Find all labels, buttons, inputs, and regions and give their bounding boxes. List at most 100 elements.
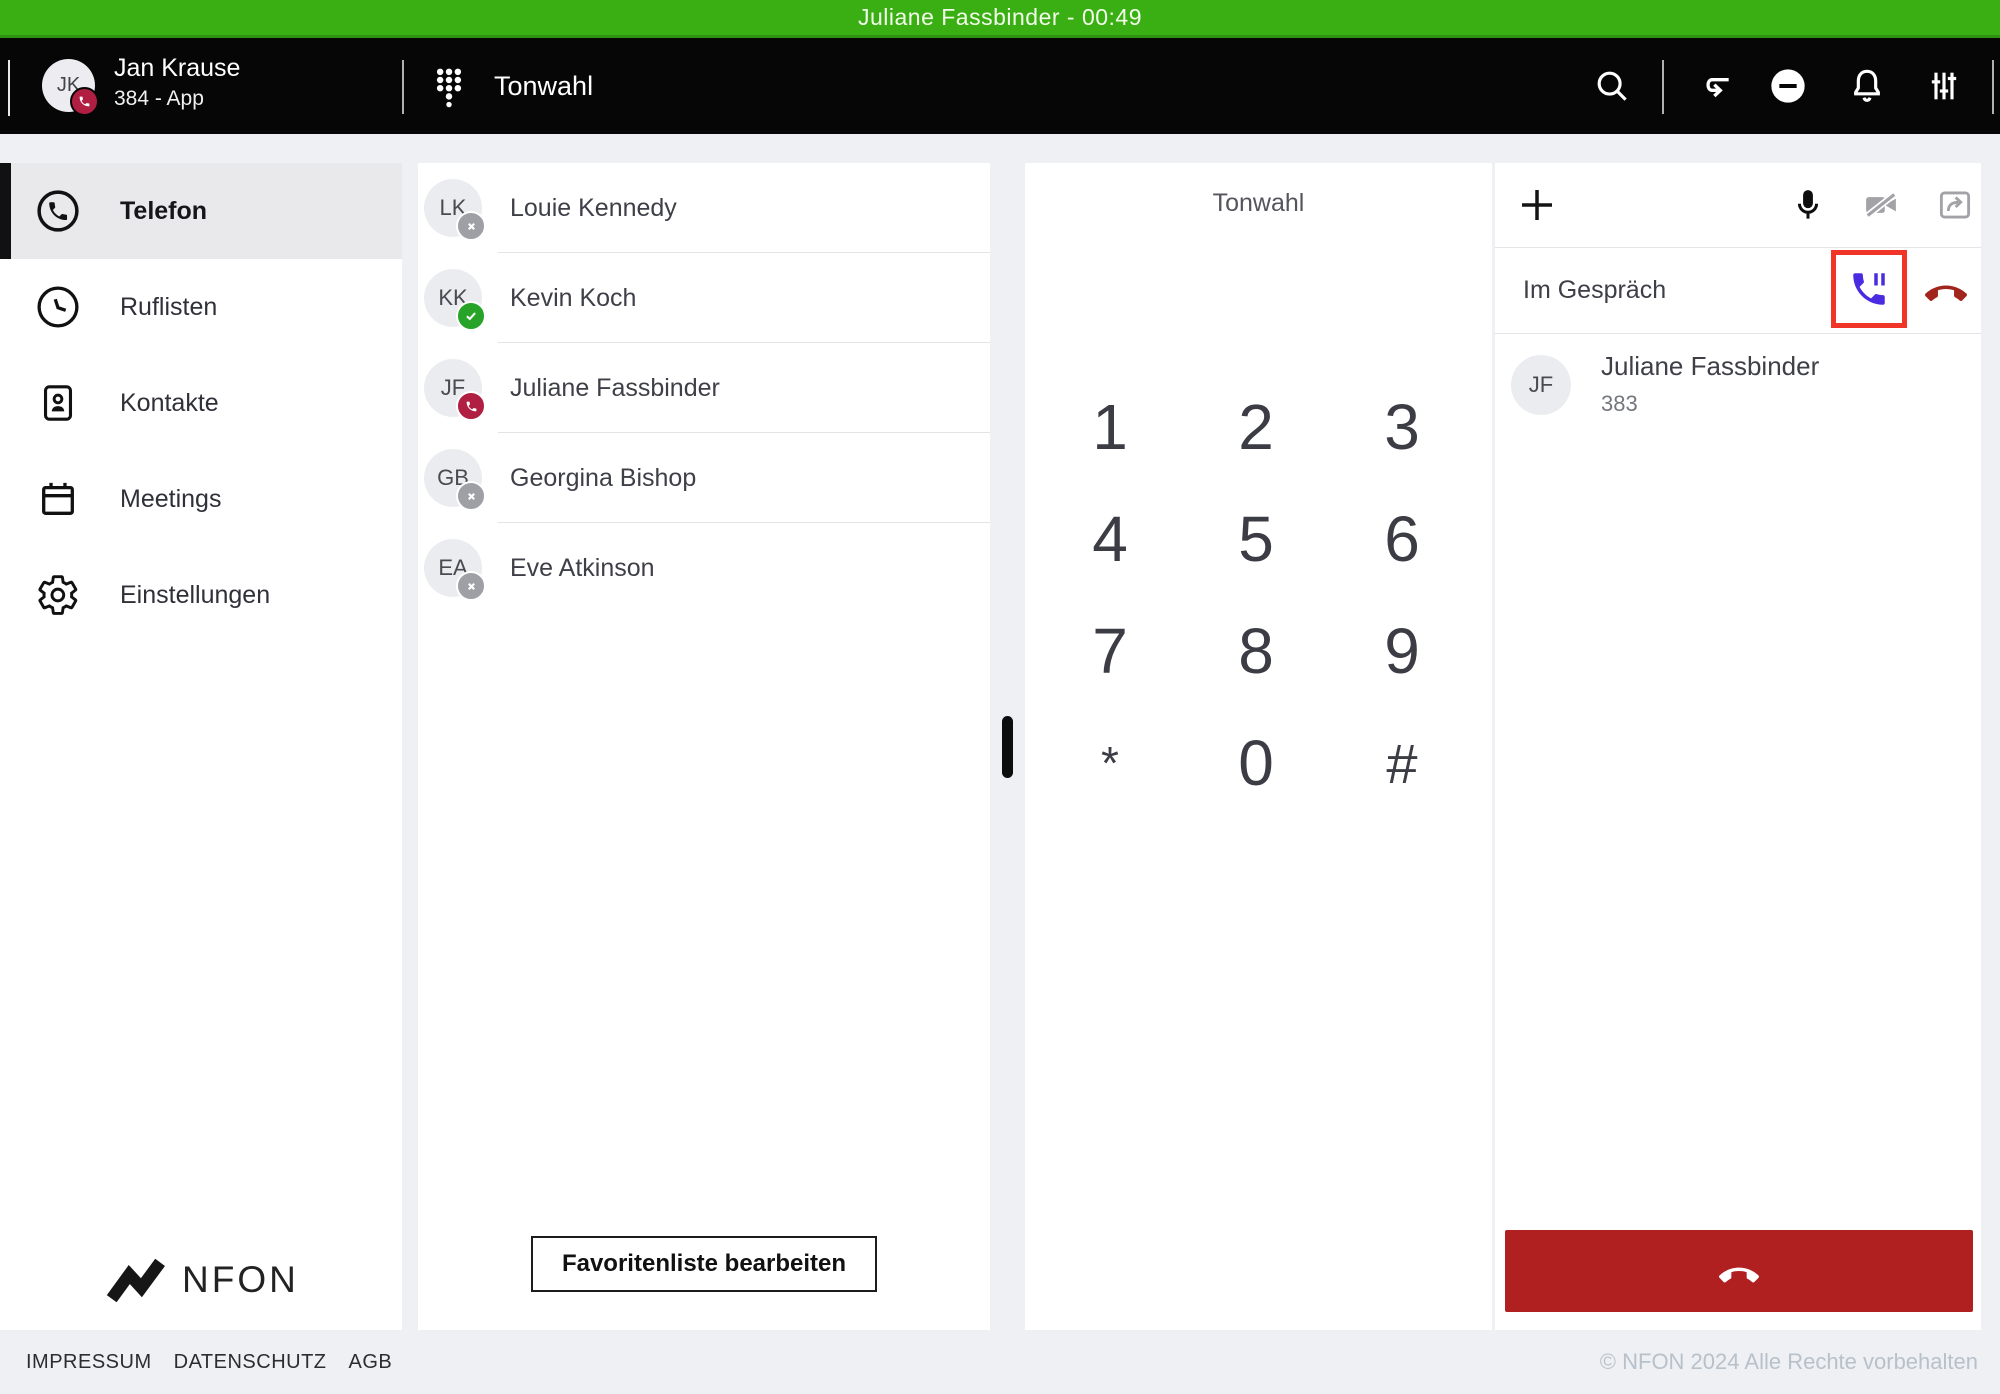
sidebar: Telefon Ruflisten Kontakte Meetings	[0, 163, 402, 1330]
footer-link-datenschutz[interactable]: DATENSCHUTZ	[174, 1351, 327, 1374]
footer-copyright: © NFON 2024 Alle Rechte vorbehalten	[1600, 1349, 1978, 1375]
header-divider	[402, 60, 404, 114]
footer-links: IMPRESSUM DATENSCHUTZ AGB	[26, 1351, 392, 1374]
sidebar-item-kontakte[interactable]: Kontakte	[0, 355, 402, 451]
status-badge	[456, 391, 486, 421]
sidebar-item-meetings[interactable]: Meetings	[0, 451, 402, 547]
contact-name: Georgina Bishop	[510, 464, 696, 493]
nfon-logo: NFON	[106, 1258, 299, 1302]
favorite-contact-row[interactable]: KK Kevin Koch	[418, 253, 990, 343]
hangup-icon	[1711, 1251, 1767, 1291]
sidebar-item-label: Telefon	[120, 197, 207, 226]
microphone-button[interactable]	[1786, 183, 1830, 227]
call-history-icon	[36, 285, 80, 329]
offline-x-icon	[465, 490, 478, 503]
phone-icon	[36, 189, 80, 233]
dialpad-key-0[interactable]: 0	[1183, 707, 1329, 819]
dialpad-key-star[interactable]: *	[1037, 707, 1183, 819]
add-call-button[interactable]	[1515, 183, 1559, 227]
header-divider	[1992, 60, 1994, 114]
participant-name: Juliane Fassbinder	[1601, 351, 1819, 382]
favorites-panel: LK Louie Kennedy KK Kevin Koch JF	[418, 163, 990, 1330]
user-avatar[interactable]: JK	[42, 59, 95, 112]
plus-icon	[1517, 185, 1557, 225]
contact-name: Juliane Fassbinder	[510, 374, 720, 403]
video-off-button[interactable]	[1859, 183, 1903, 227]
contacts-icon	[36, 381, 80, 425]
dtmf-panel-title: Tonwahl	[1025, 189, 1492, 218]
call-forwarding-button[interactable]	[1695, 66, 1735, 106]
dialpad-key-2[interactable]: 2	[1183, 371, 1329, 483]
status-badge	[456, 211, 486, 241]
sidebar-item-einstellungen[interactable]: Einstellungen	[0, 547, 402, 643]
hangup-call-button-small[interactable]	[1923, 268, 1969, 310]
highlight-box-hold-button	[1831, 250, 1907, 328]
dialpad-key-3[interactable]: 3	[1329, 371, 1475, 483]
call-actions-row	[1495, 163, 1981, 247]
dialpad-key-9[interactable]: 9	[1329, 595, 1475, 707]
avatar: GB	[424, 449, 482, 507]
calendar-icon	[36, 477, 80, 521]
nfon-logo-text: NFON	[182, 1259, 299, 1301]
audio-settings-button[interactable]	[1924, 66, 1964, 106]
search-icon	[1593, 67, 1631, 105]
avatar: KK	[424, 269, 482, 327]
favorite-contact-row[interactable]: LK Louie Kennedy	[418, 163, 990, 253]
call-participant-row[interactable]: JF Juliane Fassbinder 383	[1495, 333, 1981, 443]
video-off-icon	[1860, 186, 1902, 224]
avatar: EA	[424, 539, 482, 597]
do-not-disturb-icon	[1768, 65, 1808, 107]
footer-link-agb[interactable]: AGB	[349, 1351, 393, 1374]
sidebar-item-label: Meetings	[120, 485, 221, 514]
header-divider	[1662, 60, 1664, 114]
dialpad-key-5[interactable]: 5	[1183, 483, 1329, 595]
dtmf-panel: Tonwahl 1 2 3 4 5 6 7 8 9 * 0 #	[1025, 163, 1492, 1330]
transfer-call-button[interactable]	[1933, 183, 1977, 227]
footer-link-impressum[interactable]: IMPRESSUM	[26, 1351, 152, 1374]
nfon-softphone-app: Juliane Fassbinder - 00:49 JK Jan Krause…	[0, 0, 2000, 1394]
favorite-contact-row[interactable]: JF Juliane Fassbinder	[418, 343, 990, 433]
dialpad-key-hash[interactable]: #	[1329, 707, 1475, 819]
status-badge	[456, 301, 486, 331]
hold-call-button[interactable]	[1848, 268, 1890, 310]
user-name: Jan Krause	[114, 52, 240, 84]
active-call-banner[interactable]: Juliane Fassbinder - 00:49	[0, 0, 2000, 38]
avatar: JF	[424, 359, 482, 417]
favorite-contact-row[interactable]: GB Georgina Bishop	[418, 433, 990, 523]
sliders-icon	[1924, 66, 1964, 106]
dialpad-keys: 1 2 3 4 5 6 7 8 9 * 0 #	[1037, 371, 1475, 819]
panel-resize-handle[interactable]	[1002, 716, 1013, 778]
sidebar-item-ruflisten[interactable]: Ruflisten	[0, 259, 402, 355]
hangup-call-bar-button[interactable]	[1505, 1230, 1973, 1312]
transfer-icon	[1935, 186, 1975, 224]
in-call-phone-icon	[465, 400, 478, 413]
do-not-disturb-button[interactable]	[1768, 66, 1808, 106]
dialpad-key-7[interactable]: 7	[1037, 595, 1183, 707]
bell-icon	[1847, 66, 1887, 106]
footer: IMPRESSUM DATENSCHUTZ AGB © NFON 2024 Al…	[0, 1330, 2000, 1394]
favorite-contact-row[interactable]: EA Eve Atkinson	[418, 523, 990, 613]
app-header: JK Jan Krause 384 - App Tonwahl	[0, 38, 2000, 134]
contact-name: Louie Kennedy	[510, 194, 677, 223]
call-forwarding-icon	[1695, 66, 1735, 106]
avatar: LK	[424, 179, 482, 237]
notifications-button[interactable]	[1847, 66, 1887, 106]
active-indicator	[0, 163, 11, 259]
active-call-panel: Im Gespräch JF Juliane Fassbinder 383	[1495, 163, 1981, 1330]
edit-favorites-button[interactable]: Favoritenliste bearbeiten	[531, 1236, 877, 1292]
user-in-call-badge	[70, 87, 99, 116]
dialpad-key-4[interactable]: 4	[1037, 483, 1183, 595]
dialpad-key-1[interactable]: 1	[1037, 371, 1183, 483]
available-check-icon	[464, 309, 478, 323]
dialpad-key-6[interactable]: 6	[1329, 483, 1475, 595]
page-title: Tonwahl	[494, 38, 593, 134]
search-button[interactable]	[1592, 66, 1632, 106]
dialpad-icon	[428, 64, 470, 110]
user-info: Jan Krause 384 - App	[114, 52, 240, 114]
hangup-icon	[1923, 268, 1969, 310]
sidebar-item-telefon[interactable]: Telefon	[0, 163, 402, 259]
dialpad-key-8[interactable]: 8	[1183, 595, 1329, 707]
status-badge	[456, 571, 486, 601]
gear-icon	[36, 573, 80, 617]
status-badge	[456, 481, 486, 511]
